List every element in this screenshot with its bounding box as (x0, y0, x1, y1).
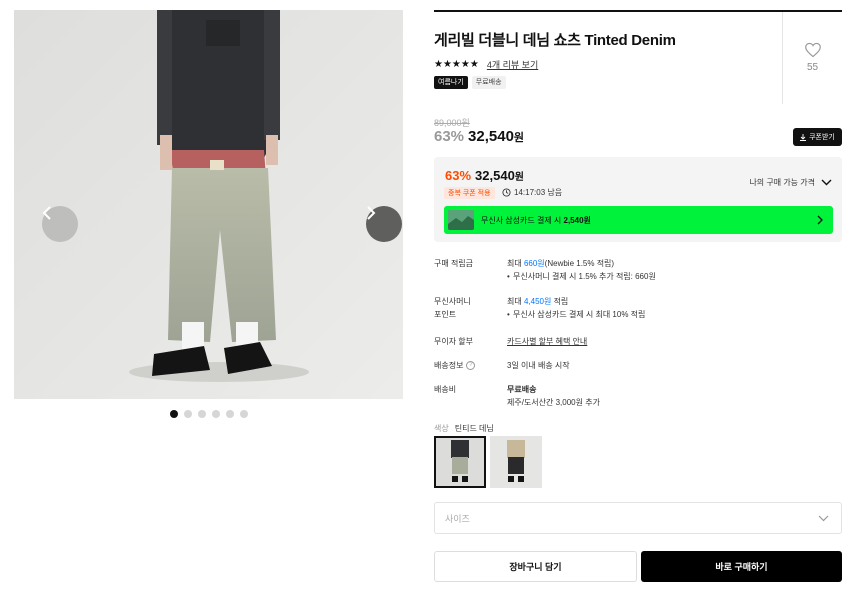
size-select[interactable]: 사이즈 (434, 502, 842, 534)
money-suffix: 적립 (551, 297, 569, 306)
shipping-fee-row: 배송비 무료배송 제주/도서산간 3,000원 추가 (434, 383, 842, 409)
points-prefix: 최대 (507, 259, 524, 268)
card-promo-amount: 2,540원 (563, 215, 591, 225)
gallery-dot[interactable] (226, 410, 234, 418)
coupon-button-label: 쿠폰받기 (809, 134, 835, 141)
shipping-fee-label: 배송비 (434, 385, 457, 394)
chevron-down-icon (821, 179, 832, 186)
color-value: 틴티드 데님 (454, 424, 494, 433)
my-price-toggle[interactable]: 나의 구매 가능 가격 (749, 177, 832, 188)
countdown-timer: 14:17:03 남음 (502, 187, 562, 198)
gallery-dot[interactable] (198, 410, 206, 418)
chevron-right-icon (817, 215, 823, 225)
shipping-fee-extra: 제주/도서산간 3,000원 추가 (507, 398, 600, 407)
download-icon (800, 133, 807, 141)
discount-rate: 63% (434, 128, 465, 145)
clock-icon (502, 188, 511, 197)
shipping-info-row: 배송정보? 3일 이내 배송 시작 (434, 359, 842, 372)
price-row: 63% 32,540원 (434, 128, 524, 145)
best-discount-rate: 63% (445, 168, 472, 183)
points-value: 최대 660원(Newbie 1.5% 적립) 무신사머니 결제 시 1.5% … (507, 257, 656, 283)
money-label-line1: 무신사머니 (434, 297, 471, 306)
swatch-image (434, 436, 486, 488)
swatch-image (490, 436, 542, 488)
color-swatches (434, 436, 542, 488)
shipping-info-label: 배송정보 (434, 361, 464, 370)
money-label: 무신사머니 포인트 (434, 295, 507, 321)
heart-icon (804, 42, 821, 58)
money-prefix: 최대 (507, 297, 524, 306)
sale-price-amount: 32,540 (468, 128, 514, 145)
shipping-info-label-wrap: 배송정보? (434, 359, 507, 372)
timer-text: 14:17:03 남음 (514, 188, 563, 197)
gallery-dot[interactable] (212, 410, 220, 418)
color-swatch-other[interactable] (490, 436, 542, 488)
card-image-icon (448, 210, 474, 230)
buy-now-button[interactable]: 바로 구매하기 (641, 551, 842, 582)
points-amount: 660원 (523, 259, 545, 268)
top-divider (434, 10, 842, 12)
add-to-cart-button[interactable]: 장바구니 담기 (434, 551, 637, 582)
shipping-fee-value: 무료배송 제주/도서산간 3,000원 추가 (507, 383, 600, 409)
color-label: 색상 (434, 424, 449, 433)
chevron-left-icon (42, 206, 51, 220)
chevron-down-icon (818, 515, 829, 521)
card-thumbnail (448, 210, 474, 230)
chevron-right-icon (367, 206, 376, 220)
installment-label: 무이자 할부 (434, 337, 474, 346)
money-amount: 4,450원 (523, 297, 552, 306)
review-link[interactable]: 4개 리뷰 보기 (487, 58, 538, 71)
best-price-number: 32,540 (475, 168, 515, 183)
rating-row: ★★★★★ 4개 리뷰 보기 (434, 58, 538, 71)
installment-row: 무이자 할부 카드사별 할부 혜택 안내 (434, 335, 842, 348)
money-row: 무신사머니 포인트 최대 4,450원 적립 무신사 삼성카드 결제 시 최대 … (434, 295, 842, 321)
points-bullet: 무신사머니 결제 시 1.5% 추가 적립: 660원 (507, 270, 656, 283)
card-promo-banner[interactable]: 무신사 삼성카드 결제 시 2,540원 (444, 206, 833, 234)
best-price-currency: 원 (514, 172, 524, 183)
money-label-line2: 포인트 (434, 310, 457, 319)
gallery-pagination (170, 410, 248, 418)
points-suffix: (Newbie 1.5% 적립) (544, 259, 615, 268)
product-photo (14, 10, 403, 399)
product-title: 게리빌 더블니 데님 쇼츠 Tinted Denim (434, 32, 676, 49)
badge-summer: 여름나기 (434, 76, 468, 89)
coupon-button[interactable]: 쿠폰받기 (793, 128, 842, 146)
gallery-dot[interactable] (240, 410, 248, 418)
color-option-row: 색상 틴티드 데님 (434, 423, 494, 434)
best-price-box: 63% 32,540원 중복 쿠폰 적용 14:17:03 남음 나의 구매 가… (434, 157, 842, 242)
best-price-amount: 32,540원 (475, 168, 524, 183)
installment-link[interactable]: 카드사별 할부 혜택 안내 (507, 335, 587, 348)
badge-list: 여름나기 무료배송 (434, 76, 506, 89)
shipping-info-value: 3일 이내 배송 시작 (507, 361, 570, 370)
help-icon[interactable]: ? (466, 361, 476, 371)
next-image-button[interactable] (366, 206, 402, 242)
like-button[interactable]: 55 (782, 12, 842, 104)
card-promo-text: 무신사 삼성카드 결제 시 2,540원 (481, 215, 591, 226)
card-promo-prefix: 무신사 삼성카드 결제 시 (481, 215, 564, 225)
money-value: 최대 4,450원 적립 무신사 삼성카드 결제 시 최대 10% 적립 (507, 295, 645, 321)
sale-price: 32,540원 (468, 128, 524, 145)
color-swatch-tinted[interactable] (434, 436, 486, 488)
size-placeholder: 사이즈 (445, 513, 470, 524)
sale-price-currency: 원 (513, 132, 525, 144)
shipping-fee-main: 무료배송 (507, 385, 537, 394)
dup-coupon-badge: 중복 쿠폰 적용 (444, 187, 495, 199)
points-label: 구매 적립금 (434, 259, 474, 268)
product-image-gallery[interactable] (14, 10, 403, 399)
my-price-label: 나의 구매 가능 가격 (749, 178, 815, 187)
gallery-dot[interactable] (170, 410, 178, 418)
money-bullet: 무신사 삼성카드 결제 시 최대 10% 적립 (507, 308, 645, 321)
like-count: 55 (806, 62, 819, 73)
gallery-dot[interactable] (184, 410, 192, 418)
star-rating: ★★★★★ (434, 59, 479, 70)
best-price: 63% 32,540원 (445, 168, 524, 183)
badge-free-shipping: 무료배송 (471, 76, 506, 89)
previous-image-button[interactable] (42, 206, 78, 242)
points-row: 구매 적립금 최대 660원(Newbie 1.5% 적립) 무신사머니 결제 … (434, 257, 842, 283)
